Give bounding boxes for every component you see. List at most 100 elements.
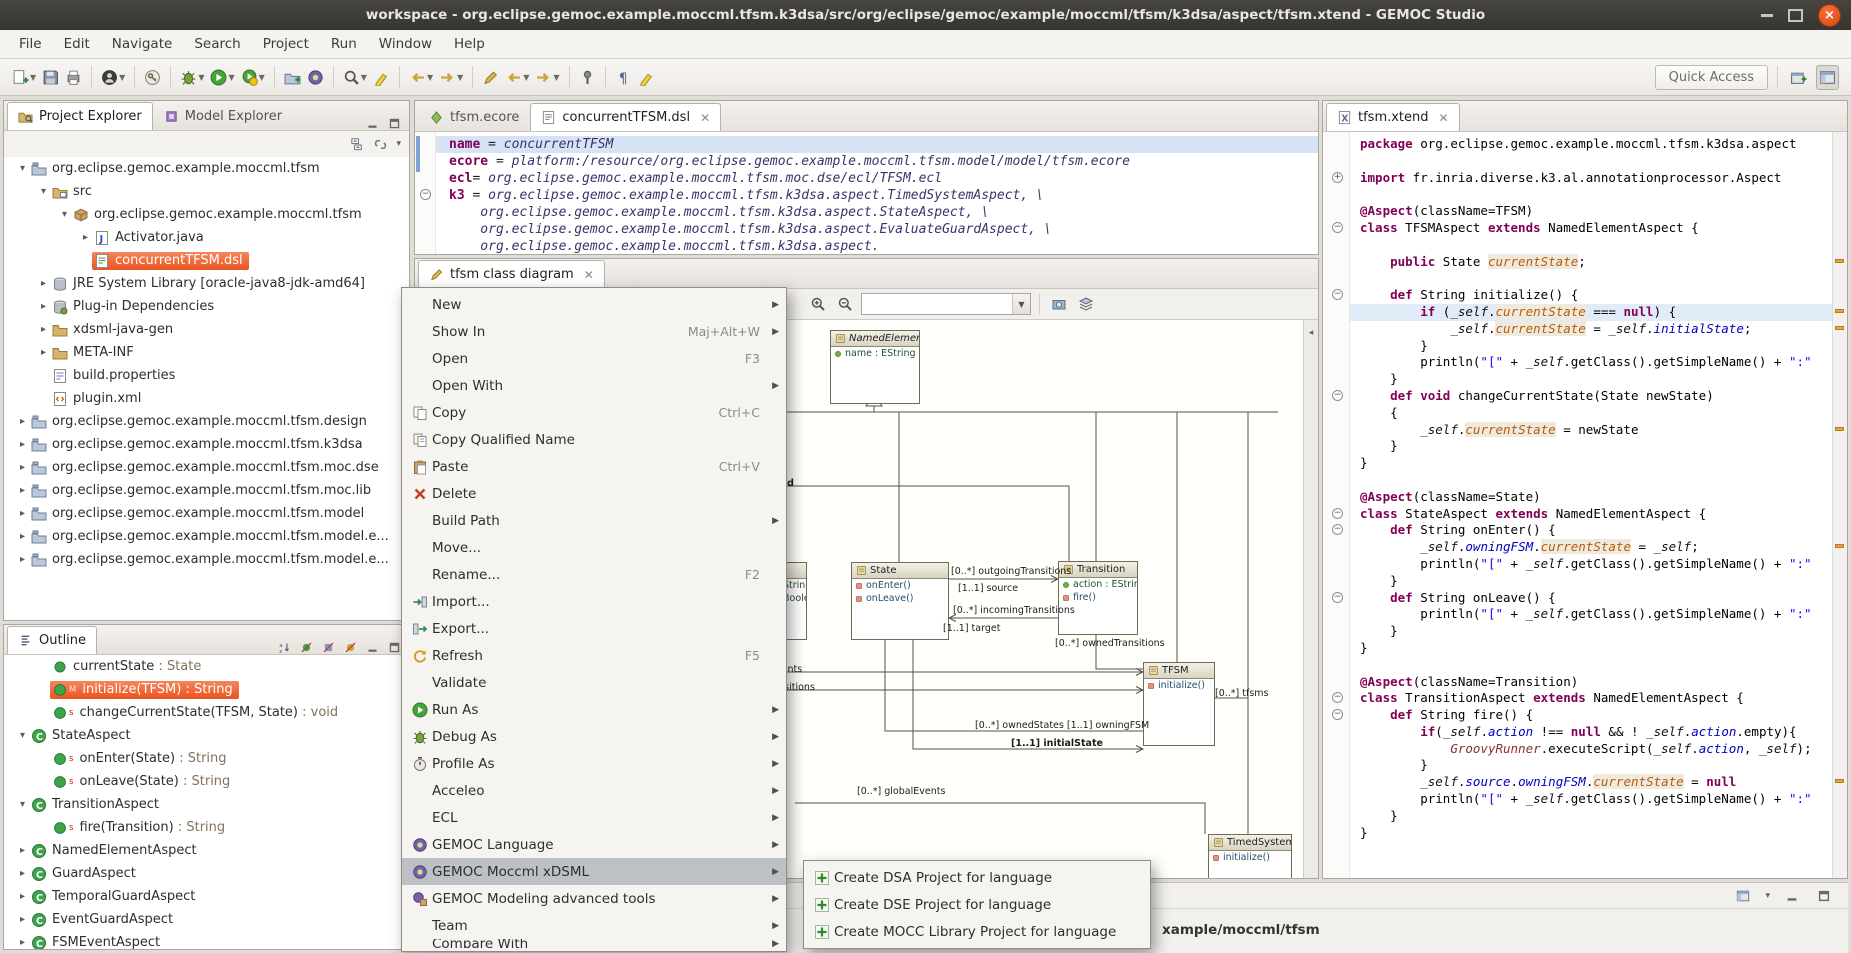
user-profile-button[interactable]: ▼: [98, 65, 128, 90]
tab-tfsm-xtend[interactable]: X tfsm.xtend ✕: [1326, 103, 1460, 131]
menu-item-paste[interactable]: Paste Ctrl+V: [402, 453, 786, 480]
outline-item[interactable]: s onLeave(State) : String: [4, 770, 409, 793]
fold-collapse-icon[interactable]: −: [1332, 524, 1343, 535]
menu-item-show-in[interactable]: Show In Maj+Alt+W ▶: [402, 318, 786, 345]
outline-item[interactable]: currentState : State: [4, 655, 409, 678]
project-tree-item[interactable]: ▸ org.eclipse.gemoc.example.moccml.tfsm.…: [4, 433, 409, 456]
outline-item[interactable]: ▸ C TemporalGuardAspect: [4, 885, 409, 908]
sort-icon[interactable]: az: [278, 641, 291, 654]
expand-arrow-icon[interactable]: ▸: [79, 232, 92, 243]
zoom-level-combo[interactable]: ▼: [861, 293, 1031, 315]
dsl-editor-gutter[interactable]: −: [415, 132, 436, 254]
maximize-view-icon[interactable]: [1814, 885, 1834, 907]
menu-item-rename[interactable]: Rename... F2: [402, 561, 786, 588]
open-perspective-button[interactable]: [1787, 65, 1810, 90]
expand-arrow-icon[interactable]: ▸: [16, 845, 29, 856]
diagram-class-namedelement[interactable]: NamedElementname : EString: [830, 330, 920, 404]
project-tree-item[interactable]: ▸ org.eclipse.gemoc.example.moccml.tfsm.…: [4, 479, 409, 502]
last-edit-location-button[interactable]: [479, 65, 502, 90]
chevron-down-icon[interactable]: ▼: [427, 73, 433, 82]
fold-collapse-icon[interactable]: −: [1332, 390, 1343, 401]
maximize-view-icon[interactable]: [388, 641, 401, 654]
collapse-all-icon[interactable]: [350, 137, 365, 152]
outline-item[interactable]: s onEnter(State) : String: [4, 747, 409, 770]
expand-arrow-icon[interactable]: ▸: [16, 462, 29, 473]
expand-arrow-icon[interactable]: ▾: [16, 730, 29, 741]
project-tree-item[interactable]: ▸ org.eclipse.gemoc.example.moccml.tfsm.…: [4, 502, 409, 525]
menu-item-debug-as[interactable]: Debug As ▶: [402, 723, 786, 750]
chevron-down-icon[interactable]: ▼: [259, 73, 265, 82]
xtend-editor-gutter[interactable]: −−−−−−−−+: [1323, 132, 1350, 878]
run-configurations-button[interactable]: ▼: [238, 65, 268, 90]
overview-ruler[interactable]: [1832, 132, 1847, 878]
link-with-editor-icon[interactable]: [373, 137, 388, 152]
menu-item-open[interactable]: Open F3: [402, 345, 786, 372]
tab-model-explorer[interactable]: Model Explorer: [153, 102, 293, 130]
hide-fields-icon[interactable]: [300, 641, 313, 654]
menu-search[interactable]: Search: [183, 32, 251, 56]
project-tree-item[interactable]: ▸ META-INF: [4, 341, 409, 364]
outline-item[interactable]: ▸ C EventGuardAspect: [4, 908, 409, 931]
chevron-down-icon[interactable]: ▼: [198, 73, 204, 82]
expand-arrow-icon[interactable]: ▸: [16, 531, 29, 542]
menu-item-create-dse-project-for-language[interactable]: Create DSE Project for language: [804, 891, 1150, 918]
project-tree-item[interactable]: ▸ J Activator.java: [4, 226, 409, 249]
minimize-view-icon[interactable]: [366, 117, 379, 130]
project-explorer-tree[interactable]: ▾ org.eclipse.gemoc.example.moccml.tfsm …: [4, 157, 409, 620]
outline-item[interactable]: ▸ C NamedElementAspect: [4, 839, 409, 862]
expand-palette-arrow-icon[interactable]: ◂: [1309, 328, 1314, 338]
gemoc-engine-button[interactable]: [304, 65, 327, 90]
maximize-window-button[interactable]: [1788, 9, 1803, 22]
diagram-class-tfsm[interactable]: TFSMinitialize(): [1143, 662, 1215, 746]
back-button[interactable]: ▼: [502, 65, 532, 90]
menu-item-compare-with[interactable]: Compare With ▶: [402, 939, 786, 948]
outline-item[interactable]: s changeCurrentState(TFSM, State) : void: [4, 701, 409, 724]
debug-button[interactable]: ▼: [177, 65, 207, 90]
project-tree-item[interactable]: plugin.xml: [4, 387, 409, 410]
project-tree-item[interactable]: build.properties: [4, 364, 409, 387]
menu-item-new[interactable]: New ▶: [402, 291, 786, 318]
tab-concurrenttfsm-dsl[interactable]: concurrentTFSM.dsl ✕: [530, 103, 721, 131]
menu-file[interactable]: File: [8, 32, 53, 56]
zoom-in-button[interactable]: [807, 292, 829, 316]
project-tree-item[interactable]: ▸ Plug-in Dependencies: [4, 295, 409, 318]
palette-collapsed-strip[interactable]: ◂: [1303, 320, 1318, 878]
outline-item[interactable]: ▸ C GuardAspect: [4, 862, 409, 885]
expand-arrow-icon[interactable]: ▸: [16, 416, 29, 427]
project-tree-item[interactable]: ▾ org.eclipse.gemoc.example.moccml.tfsm: [4, 157, 409, 180]
menu-item-refresh[interactable]: Refresh F5: [402, 642, 786, 669]
project-tree-item[interactable]: ▸ org.eclipse.gemoc.example.moccml.tfsm.…: [4, 525, 409, 548]
expand-arrow-icon[interactable]: ▸: [37, 301, 50, 312]
menu-project[interactable]: Project: [252, 32, 320, 56]
project-tree-item[interactable]: ▸ org.eclipse.gemoc.example.moccml.tfsm.…: [4, 410, 409, 433]
zoom-out-button[interactable]: [834, 292, 856, 316]
occurrence-marker[interactable]: [1835, 259, 1844, 263]
menu-window[interactable]: Window: [368, 32, 443, 56]
class-operation[interactable]: initialize(): [1209, 851, 1291, 864]
occurrence-marker[interactable]: [1835, 326, 1844, 330]
previous-annotation-button[interactable]: ▼: [406, 65, 436, 90]
expand-arrow-icon[interactable]: ▸: [37, 278, 50, 289]
menu-navigate[interactable]: Navigate: [101, 32, 184, 56]
fold-collapse-icon[interactable]: −: [1332, 508, 1343, 519]
chevron-down-icon[interactable]: ▼: [119, 73, 125, 82]
menu-item-copy-qualified-name[interactable]: Copy Qualified Name: [402, 426, 786, 453]
project-tree-item[interactable]: ▸ org.eclipse.gemoc.example.moccml.tfsm.…: [4, 548, 409, 571]
current-perspective-button[interactable]: [1816, 65, 1839, 90]
pin-editor-button[interactable]: [576, 65, 599, 90]
layers-button[interactable]: [1075, 292, 1097, 316]
class-operation[interactable]: fire(): [1059, 591, 1137, 604]
chevron-down-icon[interactable]: ▼: [1012, 294, 1030, 314]
project-tree-item[interactable]: ▸ JRE System Library [oracle-java8-jdk-a…: [4, 272, 409, 295]
expand-arrow-icon[interactable]: ▸: [16, 439, 29, 450]
toggle-mark-occurrences-button[interactable]: [370, 65, 393, 90]
maximize-view-icon[interactable]: [388, 117, 401, 130]
expand-arrow-icon[interactable]: ▸: [37, 324, 50, 335]
project-tree-item[interactable]: ▸ org.eclipse.gemoc.example.moccml.tfsm.…: [4, 456, 409, 479]
xtend-code-area[interactable]: package org.eclipse.gemoc.example.moccml…: [1350, 132, 1832, 878]
class-attribute[interactable]: action : EString: [1059, 578, 1137, 591]
chevron-down-icon[interactable]: ▼: [457, 73, 463, 82]
minimize-view-icon[interactable]: [1782, 885, 1802, 907]
expand-arrow-icon[interactable]: ▸: [16, 868, 29, 879]
menu-item-profile-as[interactable]: Profile As ▶: [402, 750, 786, 777]
